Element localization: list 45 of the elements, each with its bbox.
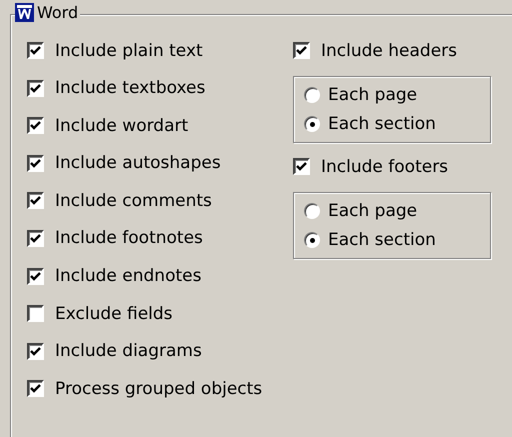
checkbox[interactable] [27,268,44,285]
radio-option[interactable]: Each section [304,228,490,252]
checkbox-option[interactable]: Include headers [293,39,491,62]
document-logo-icon [15,3,34,22]
checkbox[interactable] [27,154,44,172]
radio-button[interactable] [304,203,320,219]
checkbox-option[interactable]: Include footers [293,155,491,178]
radio-option[interactable]: Each page [304,83,490,107]
checkbox[interactable] [293,42,310,59]
checkbox[interactable] [27,230,44,247]
check-mark-icon [30,383,41,394]
checkbox[interactable] [27,80,44,97]
checkbox-option[interactable]: Include comments [27,189,283,212]
radio-button[interactable] [304,87,320,103]
check-mark-icon [296,45,307,56]
group-title: Word [37,3,78,22]
checkbox[interactable] [27,380,44,398]
radio-option[interactable]: Each page [304,199,490,223]
checkbox-option[interactable]: Include plain text [27,39,283,62]
checkbox-option[interactable]: Include textboxes [27,76,283,100]
checkbox-option[interactable]: Include wordart [27,114,283,138]
check-mark-icon [296,161,307,172]
checkbox-option[interactable]: Include diagrams [27,340,283,363]
checkbox-option[interactable]: Process grouped objects [27,377,283,400]
check-mark-icon [30,158,41,169]
check-mark-icon [30,232,41,244]
checkbox-option[interactable]: Exclude fields [27,302,283,326]
check-mark-icon [30,195,41,206]
checkbox[interactable] [27,42,44,59]
checkbox[interactable] [27,192,44,210]
radio-button[interactable] [304,116,320,132]
checkbox-option[interactable]: Include endnotes [27,264,283,288]
checkbox[interactable] [27,342,44,360]
check-mark-icon [30,270,41,282]
radio-button[interactable] [304,232,320,248]
checkbox[interactable] [27,117,44,134]
checkbox-option[interactable]: Include footnotes [27,226,283,250]
check-mark-icon [30,45,41,56]
check-mark-icon [30,120,41,132]
radio-option[interactable]: Each section [304,112,490,136]
check-mark-icon [30,346,41,357]
checkbox-option[interactable]: Include autoshapes [27,152,283,175]
checkbox[interactable] [293,158,310,175]
checkbox[interactable] [27,305,44,322]
check-mark-icon [30,82,41,94]
